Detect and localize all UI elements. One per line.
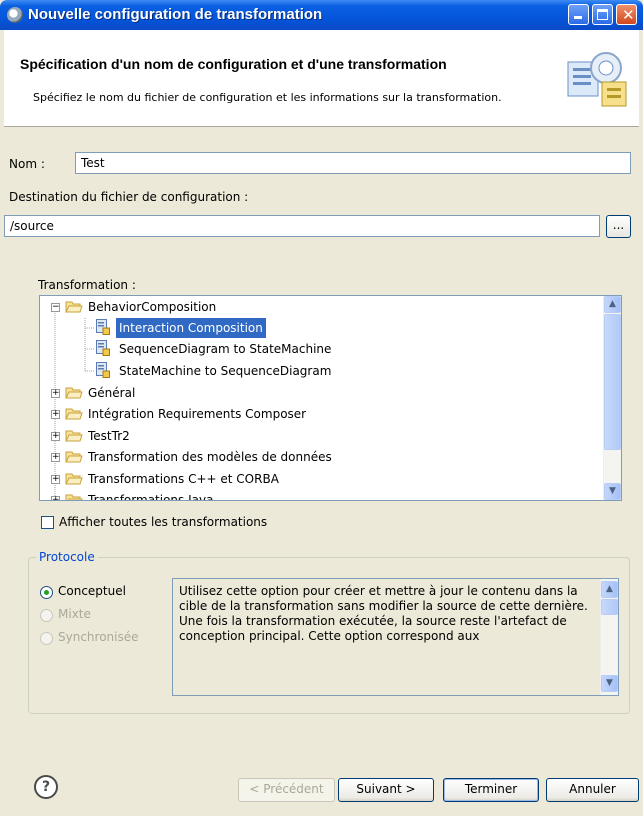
show-all-checkbox[interactable] (41, 516, 54, 529)
show-all-label: Afficher toutes les transformations (59, 515, 268, 529)
folder-open-icon (65, 301, 83, 313)
finish-button[interactable]: Terminer (443, 778, 539, 802)
protocol-description: Utilisez cette option pour créer et mett… (179, 584, 588, 643)
close-button[interactable]: ✕ (616, 4, 637, 25)
tree-item-integration-requirements-composer[interactable]: Intégration Requirements Composer (88, 404, 306, 424)
folder-icon (65, 430, 83, 442)
tree-scrollbar[interactable]: ▲ ▼ (603, 296, 621, 500)
folder-icon (65, 451, 83, 463)
radio-conceptuel[interactable] (40, 586, 53, 599)
wizard-banner-icon (567, 52, 627, 107)
folder-icon (65, 387, 83, 399)
scroll-down-button[interactable]: ▼ (601, 675, 618, 692)
scroll-down-button[interactable]: ▼ (604, 483, 621, 500)
tree-item-testtr2[interactable]: TestTr2 (88, 426, 130, 446)
name-input[interactable]: Test (75, 152, 631, 174)
radio-synchronisee-label: Synchronisée (58, 630, 139, 644)
minimize-icon (574, 16, 582, 19)
scroll-thumb[interactable] (604, 314, 621, 450)
folder-icon (65, 408, 83, 420)
tree-item-cpp-corba-transformations[interactable]: Transformations C++ et CORBA (88, 469, 279, 489)
cancel-button[interactable]: Annuler (546, 778, 639, 802)
transform-icon (96, 319, 110, 335)
radio-synchronisee (40, 632, 53, 645)
transform-icon (96, 362, 110, 378)
tree-item-sequencediagram-to-statemachine[interactable]: SequenceDiagram to StateMachine (119, 339, 331, 359)
tree-item-data-model-transformation[interactable]: Transformation des modèles de données (88, 447, 332, 467)
tree-item-behaviorcomposition[interactable]: BehaviorComposition (88, 297, 216, 317)
transformation-label: Transformation : (38, 278, 136, 292)
transformation-tree[interactable]: − BehaviorComposition Interaction Compos… (39, 295, 622, 501)
help-icon[interactable]: ? (34, 775, 58, 799)
description-scrollbar[interactable]: ▲ ▼ (600, 579, 618, 695)
scroll-thumb[interactable] (601, 599, 618, 615)
maximize-button[interactable] (592, 4, 613, 25)
page-description: Spécifiez le nom du fichier de configura… (33, 91, 502, 104)
destination-label: Destination du fichier de configuration … (9, 190, 249, 204)
wizard-header: Spécification d'un nom de configuration … (4, 30, 639, 127)
page-title: Spécification d'un nom de configuration … (20, 56, 447, 72)
previous-button: < Précédent (238, 778, 335, 802)
protocol-group: Protocole Conceptuel Mixte Synchronisée … (28, 550, 630, 714)
protocol-description-box[interactable]: Utilisez cette option pour créer et mett… (172, 578, 619, 696)
wizard-content: Nom : Test Destination du fichier de con… (4, 127, 639, 816)
expand-icon[interactable]: + (51, 453, 60, 462)
collapse-icon[interactable]: − (51, 303, 60, 312)
radio-conceptuel-label[interactable]: Conceptuel (58, 584, 126, 598)
expand-icon[interactable]: + (51, 432, 60, 441)
browse-button[interactable]: ... (606, 215, 631, 238)
dialog-window: Nouvelle configuration de transformation… (0, 0, 643, 816)
window-title: Nouvelle configuration de transformation (28, 6, 323, 23)
destination-input[interactable]: /source (4, 215, 600, 237)
radio-mixte-label: Mixte (58, 607, 91, 621)
expand-icon[interactable]: + (51, 410, 60, 419)
protocol-group-label: Protocole (36, 550, 98, 564)
tree-item-general[interactable]: Général (88, 383, 135, 403)
minimize-button[interactable] (568, 4, 589, 25)
tree-item-java-transformations[interactable]: Transformations Java (88, 490, 213, 500)
expand-icon[interactable]: + (51, 496, 60, 500)
scroll-up-button[interactable]: ▲ (604, 296, 621, 313)
folder-icon (65, 494, 83, 500)
scroll-up-button[interactable]: ▲ (601, 581, 618, 598)
name-label: Nom : (9, 157, 45, 171)
expand-icon[interactable]: + (51, 389, 60, 398)
expand-icon[interactable]: + (51, 475, 60, 484)
folder-icon (65, 473, 83, 485)
close-icon: ✕ (622, 6, 635, 24)
radio-mixte (40, 609, 53, 622)
title-bar[interactable]: Nouvelle configuration de transformation… (0, 0, 643, 30)
maximize-icon (597, 9, 608, 20)
transform-icon (96, 340, 110, 356)
tree-item-interaction-composition[interactable]: Interaction Composition (116, 318, 266, 338)
next-button[interactable]: Suivant > (338, 778, 434, 802)
app-icon (7, 7, 23, 23)
tree-item-statemachine-to-sequencediagram[interactable]: StateMachine to SequenceDiagram (119, 361, 331, 381)
